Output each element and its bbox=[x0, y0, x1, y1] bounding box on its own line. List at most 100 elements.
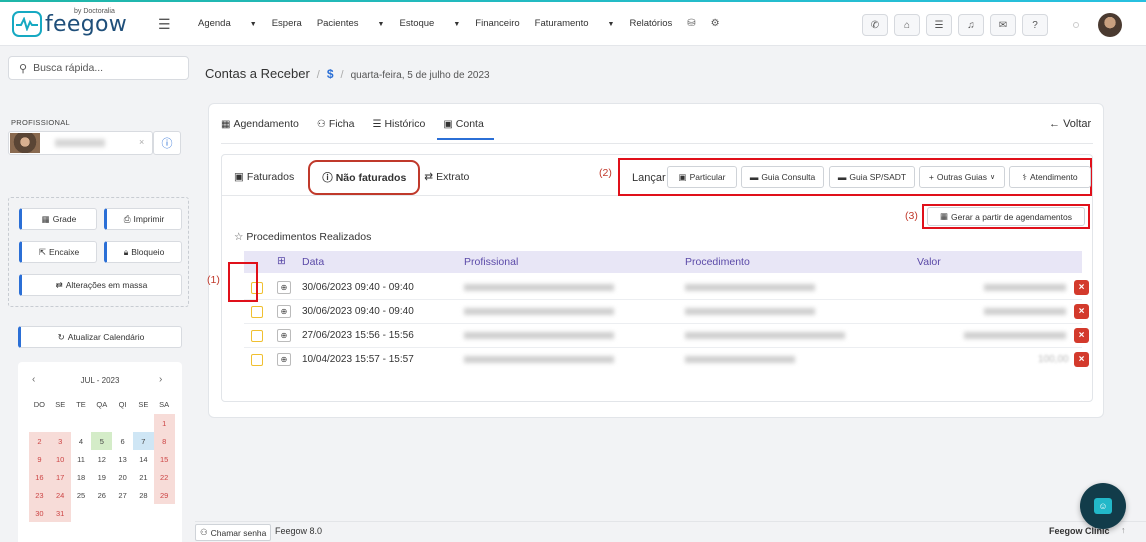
bloqueio-button[interactable]: 🔒︎ Bloqueio bbox=[104, 241, 182, 263]
tab-historico[interactable]: ☰ Histórico bbox=[373, 118, 426, 140]
calendar-day[interactable]: 5 bbox=[91, 432, 113, 450]
nav-espera[interactable]: Espera bbox=[272, 18, 302, 29]
chat-icon[interactable]: ✉ bbox=[990, 14, 1016, 36]
calendar-day[interactable]: 24 bbox=[49, 486, 71, 504]
calendar-day[interactable]: 11 bbox=[71, 450, 92, 468]
calendar-day[interactable]: 1 bbox=[153, 414, 175, 432]
calendar-day[interactable]: 17 bbox=[49, 468, 71, 486]
row-checkbox[interactable] bbox=[251, 330, 263, 342]
add-to-invoice-icon[interactable]: ⊕ bbox=[277, 305, 291, 318]
feegow-logo[interactable]: feegow by Doctoralia bbox=[12, 8, 127, 37]
alteracoes-em-massa-button[interactable]: ⇄ Alterações em massa bbox=[19, 274, 182, 296]
calendar-day[interactable]: 29 bbox=[153, 486, 175, 504]
calendar-day[interactable]: 19 bbox=[91, 468, 112, 486]
nav-estoque[interactable]: Estoque ▼ bbox=[399, 18, 460, 29]
nav-relatorios[interactable]: Relatórios bbox=[629, 18, 672, 29]
atualizar-calendario-button[interactable]: ↻ Atualizar Calendário bbox=[18, 326, 182, 348]
calendar-day[interactable]: 8 bbox=[153, 432, 175, 450]
inbox-icon[interactable]: ⌂ bbox=[894, 14, 920, 36]
chevron-right-icon[interactable]: › bbox=[159, 374, 162, 385]
calendar-day[interactable]: 14 bbox=[133, 450, 154, 468]
chamar-senha-button[interactable]: ⚇ Chamar senha bbox=[195, 524, 272, 541]
guia-consulta-button[interactable]: ▬ Guia Consulta bbox=[741, 166, 824, 188]
select-all-icon[interactable]: ⊞ bbox=[277, 255, 286, 267]
table-row[interactable]: ⊕ 30/06/2023 09:40 - 09:40 × bbox=[244, 300, 1089, 324]
add-to-invoice-icon[interactable]: ⊕ bbox=[277, 281, 291, 294]
delete-row-button[interactable]: × bbox=[1074, 280, 1089, 295]
calendar-day[interactable]: 18 bbox=[71, 468, 92, 486]
tab-agendamento[interactable]: ▦ Agendamento bbox=[221, 118, 299, 140]
caret-down-icon: ▼ bbox=[249, 21, 257, 28]
calendar-day[interactable]: 16 bbox=[29, 468, 50, 486]
add-to-invoice-icon[interactable]: ⊕ bbox=[277, 353, 291, 366]
tab-ficha[interactable]: ⚇ Ficha bbox=[317, 118, 355, 140]
scroll-top-icon[interactable]: ↑ bbox=[1121, 525, 1126, 535]
user-avatar[interactable] bbox=[1098, 13, 1122, 37]
info-icon[interactable]: ⓘ bbox=[153, 131, 181, 155]
imprimir-button[interactable]: ⎙ Imprimir bbox=[104, 208, 182, 230]
tab-faturados[interactable]: ▣ Faturados bbox=[234, 171, 294, 206]
gear-icon[interactable]: ⚙ bbox=[711, 18, 720, 29]
redacted-profissional bbox=[464, 332, 614, 339]
floating-chat-button[interactable]: ☺ bbox=[1080, 483, 1126, 529]
quick-search-input[interactable]: ⚲ Busca rápida... bbox=[8, 56, 189, 80]
phone-icon[interactable]: ✆ bbox=[862, 14, 888, 36]
grade-button[interactable]: ▦ Grade bbox=[19, 208, 97, 230]
calendar-day[interactable]: 10 bbox=[49, 450, 71, 468]
calendar-day[interactable]: 25 bbox=[71, 486, 92, 504]
calendar-day[interactable]: 21 bbox=[133, 468, 154, 486]
task-list-icon[interactable]: ☰ bbox=[926, 14, 952, 36]
calendar-day[interactable]: 23 bbox=[29, 486, 50, 504]
row-checkbox[interactable] bbox=[251, 306, 263, 318]
people-icon: ⚇ bbox=[200, 527, 208, 537]
professional-select[interactable]: × bbox=[8, 131, 153, 155]
particular-button[interactable]: ▣ Particular bbox=[667, 166, 737, 188]
table-row[interactable]: ⊕ 10/04/2023 15:57 - 15:57 100,00 × bbox=[244, 348, 1089, 372]
delete-row-button[interactable]: × bbox=[1074, 328, 1089, 343]
calendar-day[interactable]: 12 bbox=[91, 450, 112, 468]
calendar-day[interactable]: 31 bbox=[49, 504, 71, 522]
tab-extrato[interactable]: ⇄ Extrato bbox=[424, 171, 469, 206]
calendar-day[interactable]: 13 bbox=[112, 450, 133, 468]
hamburger-menu-icon[interactable]: ☰ bbox=[158, 16, 171, 33]
calendar-actions-panel: ▦ Grade ⎙ Imprimir ⇱ Encaixe 🔒︎ Bloqueio ⇄ Al… bbox=[8, 197, 189, 307]
calendar-day[interactable]: 20 bbox=[112, 468, 133, 486]
calendar-day[interactable]: 15 bbox=[153, 450, 175, 468]
calendar-day[interactable]: 4 bbox=[71, 432, 92, 450]
clear-x-icon[interactable]: × bbox=[139, 137, 144, 147]
money-icon: ▣ bbox=[678, 171, 687, 182]
calendar-day[interactable]: 30 bbox=[29, 504, 50, 522]
calendar-day[interactable]: 28 bbox=[133, 486, 154, 504]
guia-sp-sadt-button[interactable]: ▬ Guia SP/SADT bbox=[829, 166, 915, 188]
calendar-day[interactable]: 3 bbox=[49, 432, 71, 450]
calendar-day[interactable]: 2 bbox=[29, 432, 50, 450]
database-icon[interactable]: ⛁ bbox=[687, 18, 695, 29]
calendar-day[interactable]: 7 bbox=[132, 432, 154, 450]
table-row[interactable]: ⊕ 27/06/2023 15:56 - 15:56 × bbox=[244, 324, 1089, 348]
calendar-day[interactable]: 6 bbox=[112, 432, 133, 450]
delete-row-button[interactable]: × bbox=[1074, 304, 1089, 319]
outras-guias-dropdown[interactable]: + Outras Guias ∨ bbox=[919, 166, 1005, 188]
add-to-invoice-icon[interactable]: ⊕ bbox=[277, 329, 291, 342]
delete-row-button[interactable]: × bbox=[1074, 352, 1089, 367]
voltar-link[interactable]: ← Voltar bbox=[1049, 118, 1091, 130]
tab-conta[interactable]: ▣ Conta bbox=[437, 118, 495, 140]
calendar-day[interactable]: 26 bbox=[91, 486, 112, 504]
table-row[interactable]: ⊕ 30/06/2023 09:40 - 09:40 × bbox=[244, 276, 1089, 300]
row-checkbox[interactable] bbox=[251, 354, 263, 366]
nav-faturamento[interactable]: Faturamento ▼ bbox=[535, 18, 615, 29]
calendar-day[interactable]: 27 bbox=[112, 486, 133, 504]
swap-arrows-icon: ⇄ bbox=[55, 279, 63, 290]
tab-nao-faturados[interactable]: ⓘ Não faturados bbox=[308, 160, 421, 195]
nav-pacientes[interactable]: Pacientes ▼ bbox=[317, 18, 385, 29]
nav-financeiro[interactable]: Financeiro bbox=[475, 18, 519, 29]
nav-agenda[interactable]: Agenda ▼ bbox=[198, 18, 257, 29]
table-header: ⊞ Data Profissional Procedimento Valor bbox=[244, 251, 1082, 273]
gerar-agendamentos-button[interactable]: ▦ Gerar a partir de agendamentos bbox=[927, 207, 1085, 226]
atendimento-button[interactable]: ⚕ Atendimento bbox=[1009, 166, 1091, 188]
bell-icon[interactable]: ♫ bbox=[958, 14, 984, 36]
calendar-day[interactable]: 9 bbox=[29, 450, 50, 468]
encaixe-button[interactable]: ⇱ Encaixe bbox=[19, 241, 97, 263]
calendar-day[interactable]: 22 bbox=[153, 468, 175, 486]
help-icon[interactable]: ? bbox=[1022, 14, 1048, 36]
